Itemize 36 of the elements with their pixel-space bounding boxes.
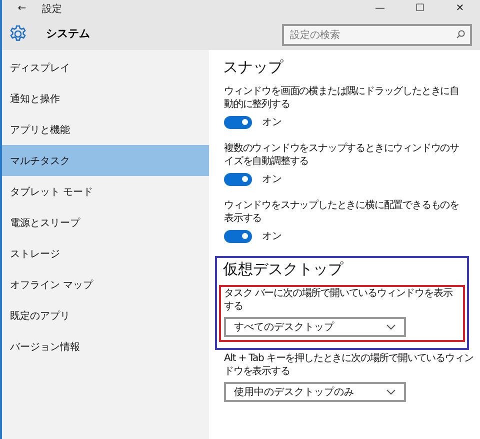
window-control-button[interactable]: ✕	[440, 3, 480, 14]
dropdown[interactable]: 使用中のデスクトップのみ	[224, 382, 406, 402]
setting-label: タスク バーに次の場所で開いているウィンドウを表示する	[224, 288, 454, 313]
sidebar-item[interactable]: ディスプレイ	[2, 52, 209, 83]
back-button[interactable]: ←	[2, 3, 42, 14]
sidebar-item[interactable]: 既定のアプリ	[2, 300, 209, 331]
sidebar-item[interactable]: 通知と操作	[2, 83, 209, 114]
sidebar-item[interactable]: バージョン情報	[2, 331, 209, 362]
window-control-button[interactable]: ☐	[400, 3, 440, 14]
toggle-state-text: オン	[262, 230, 282, 243]
sidebar-item[interactable]: タブレット モード	[2, 176, 209, 207]
sidebar-item[interactable]: アプリと機能	[2, 114, 209, 145]
setting-label: 複数のウィンドウをスナップするときにウィンドウのサイズを自動調整する	[224, 143, 460, 168]
dropdown[interactable]: すべてのデスクトップ	[224, 317, 406, 337]
section-heading: 仮想デスクトップ	[223, 260, 344, 279]
chevron-icon	[386, 324, 396, 330]
toggle-switch[interactable]	[224, 172, 252, 186]
page-title: システム	[46, 26, 91, 41]
sidebar-item[interactable]: ストレージ	[2, 238, 209, 269]
toggle-state-text: オン	[262, 173, 282, 186]
setting-label: Alt + Tab キーを押したときに次の場所で開いているウィンドウを表示する	[224, 353, 474, 378]
toggle-state-text: オン	[262, 116, 282, 129]
setting-label: ウィンドウをスナップしたときに横に配置できるものを表示する	[224, 200, 460, 225]
sidebar-item[interactable]: オフライン マップ	[2, 269, 209, 300]
toggle-switch[interactable]	[224, 230, 252, 242]
section-heading: スナップ	[223, 58, 284, 77]
chevron-icon	[386, 389, 396, 395]
window-control-button[interactable]: —	[360, 3, 400, 14]
sidebar-item[interactable]: 電源とスリープ	[2, 207, 209, 238]
settings-icon	[8, 24, 28, 44]
search-field[interactable]: 設定の検索	[282, 24, 472, 46]
toggle-switch[interactable]	[224, 116, 252, 128]
setting-label: ウィンドウを画面の横または隅にドラッグしたときに自動的に整列する	[224, 86, 460, 111]
search-icon	[456, 30, 465, 38]
sidebar-item[interactable]: マルチタスク	[2, 145, 209, 176]
window-title: 設定	[42, 2, 63, 16]
